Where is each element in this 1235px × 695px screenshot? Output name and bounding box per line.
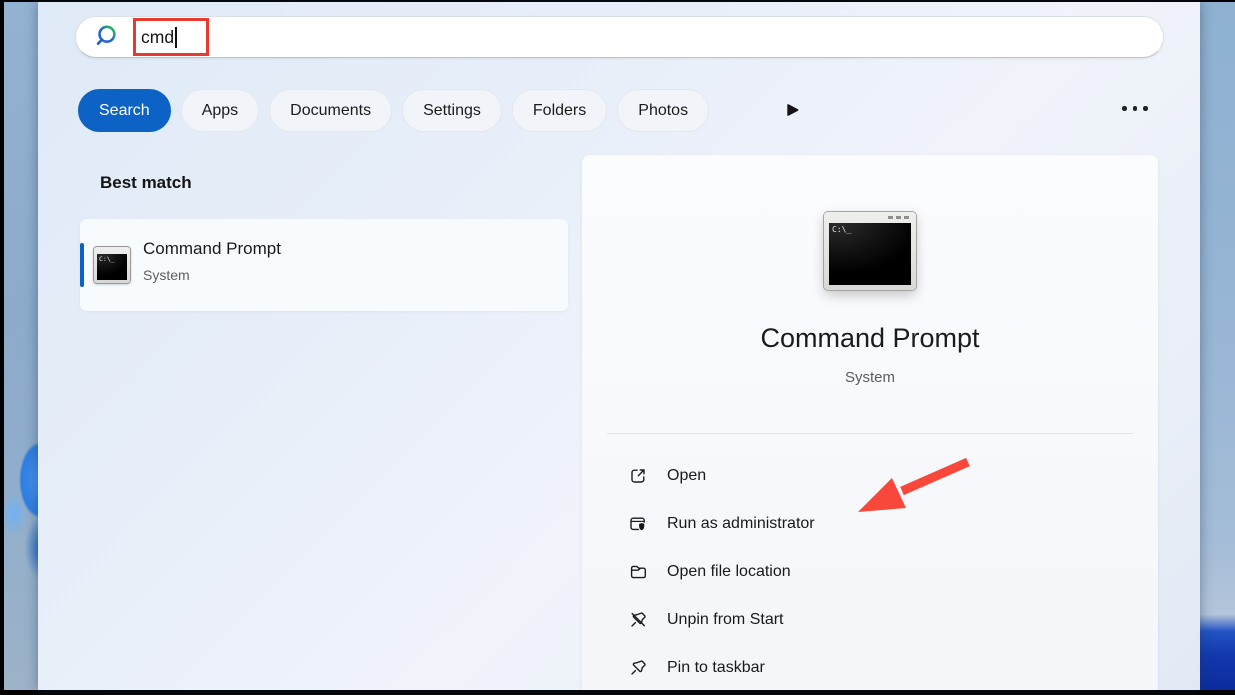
desktop-wallpaper-right bbox=[1200, 2, 1235, 690]
open-file-location-icon bbox=[630, 565, 646, 579]
annotation-arrow bbox=[858, 457, 970, 512]
divider bbox=[607, 433, 1133, 434]
annotation-highlight-box: cmd bbox=[133, 18, 209, 56]
action-open-file-location[interactable]: Open file location bbox=[582, 548, 1158, 596]
action-label: Pin to taskbar bbox=[667, 659, 765, 676]
action-unpin-from-start[interactable]: Unpin from Start bbox=[582, 596, 1158, 644]
tab-folders[interactable]: Folders bbox=[511, 89, 608, 132]
window-controls-decoration bbox=[888, 216, 909, 219]
tab-photos[interactable]: Photos bbox=[617, 89, 710, 132]
preview-pane: C:\_ Command Prompt System Open Run as a… bbox=[582, 155, 1158, 690]
section-title-best-match: Best match bbox=[100, 173, 192, 192]
result-title: Command Prompt bbox=[143, 239, 281, 258]
selection-accent-bar bbox=[80, 243, 84, 287]
preview-title: Command Prompt bbox=[760, 323, 980, 353]
action-label: Unpin from Start bbox=[667, 611, 784, 628]
search-icon bbox=[96, 25, 116, 45]
result-subtitle: System bbox=[143, 267, 190, 283]
action-label: Run as administrator bbox=[667, 515, 815, 532]
action-pin-to-taskbar[interactable]: Pin to taskbar bbox=[582, 644, 1158, 692]
text-cursor bbox=[175, 26, 178, 48]
command-prompt-icon-large: C:\_ bbox=[824, 212, 916, 290]
command-prompt-icon: C:\_ bbox=[94, 247, 130, 283]
best-match-result[interactable]: C:\_ Command Prompt System bbox=[80, 219, 568, 311]
preview-subtitle: System bbox=[844, 369, 895, 386]
desktop-wallpaper-left bbox=[4, 2, 38, 690]
tab-search[interactable]: Search bbox=[78, 89, 171, 132]
run-as-administrator-icon bbox=[630, 517, 646, 532]
search-query-text[interactable]: cmd bbox=[141, 27, 174, 48]
windows-search-screenshot: cmd Search Apps Documents Settings Folde… bbox=[0, 0, 1235, 695]
tab-documents[interactable]: Documents bbox=[269, 89, 393, 132]
more-filters-icon[interactable] bbox=[785, 102, 801, 118]
action-label: Open file location bbox=[667, 563, 791, 580]
unpin-from-start-icon bbox=[631, 612, 646, 627]
pin-to-taskbar-icon bbox=[631, 660, 646, 675]
search-input[interactable] bbox=[75, 16, 1164, 58]
open-external-icon bbox=[631, 469, 645, 483]
tab-settings[interactable]: Settings bbox=[402, 89, 502, 132]
more-options-icon[interactable] bbox=[1122, 106, 1148, 111]
action-label: Open bbox=[667, 467, 707, 484]
search-filter-tabs: Search Apps Documents Settings Folders P… bbox=[78, 89, 710, 132]
tab-apps[interactable]: Apps bbox=[180, 89, 260, 132]
